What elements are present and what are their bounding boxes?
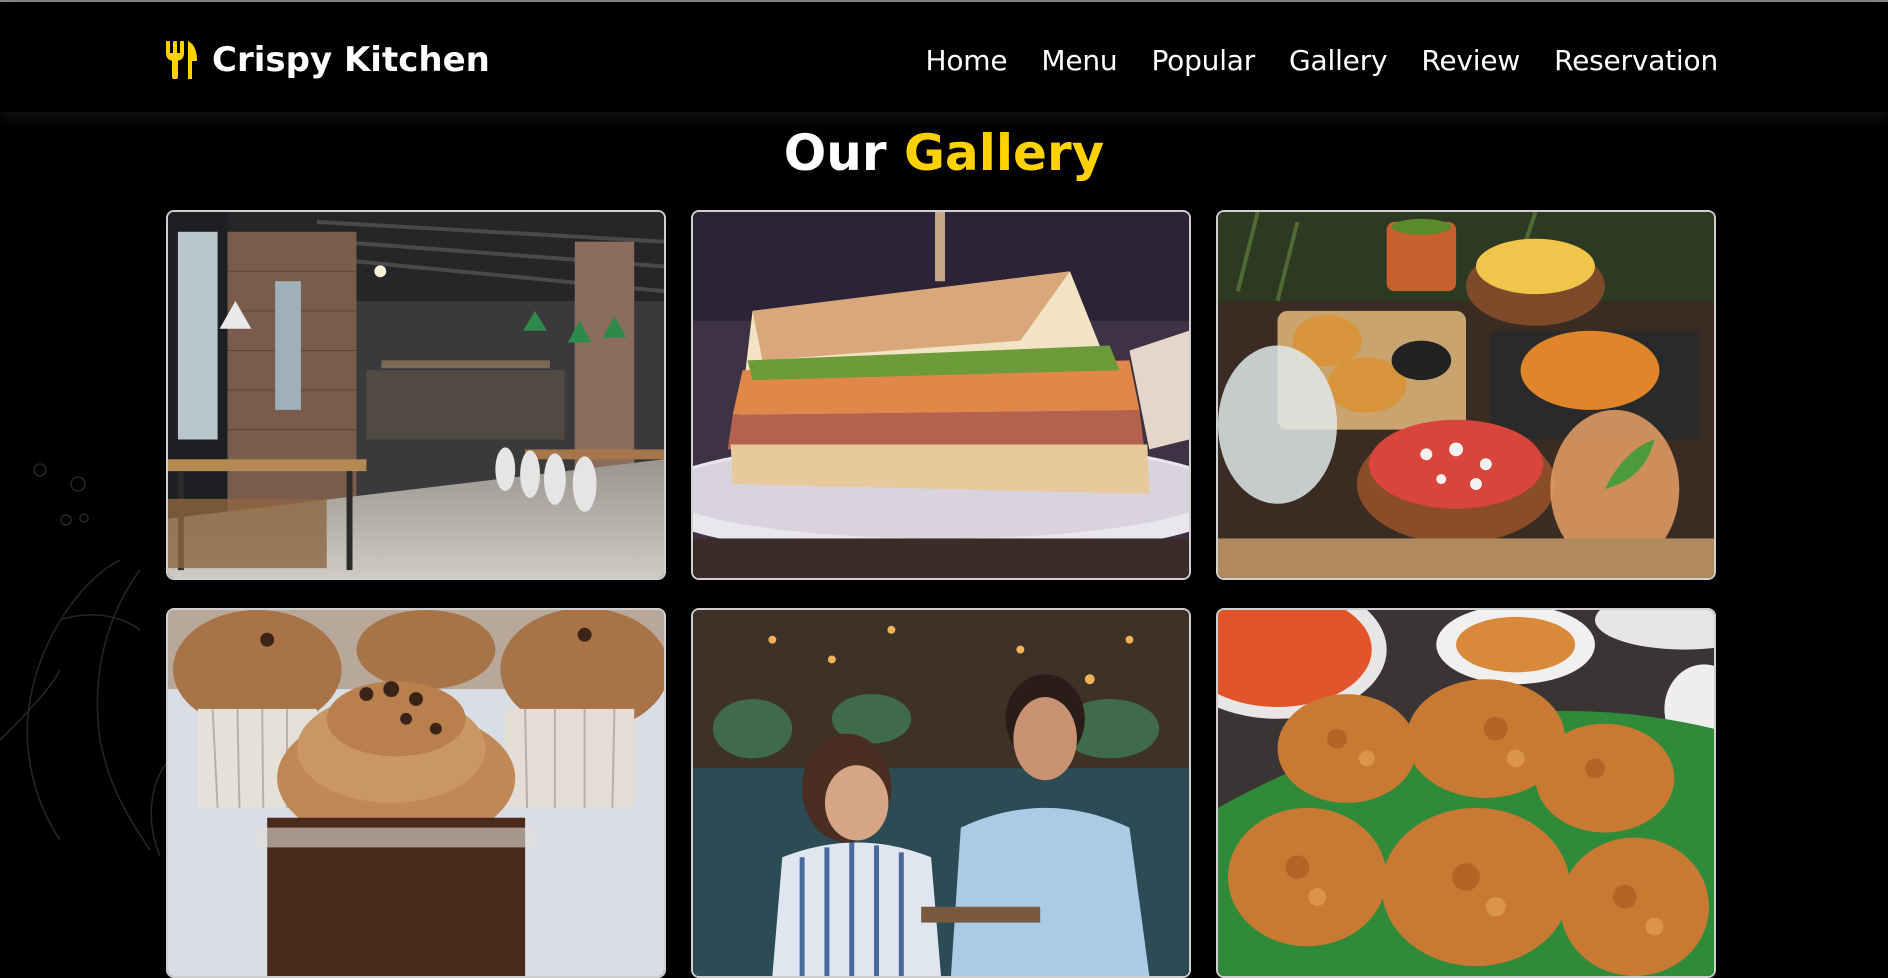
nav-popular[interactable]: Popular <box>1151 44 1255 77</box>
fried-chicken-photo <box>1218 610 1714 976</box>
gallery-heading-main: Our <box>783 124 887 182</box>
main-nav: Home Menu Popular Gallery Review Reserva… <box>925 32 1718 88</box>
nav-gallery[interactable]: Gallery <box>1289 44 1388 77</box>
restaurant-interior-photo <box>168 212 664 578</box>
gallery-item-cupcakes[interactable] <box>166 608 666 978</box>
site-header: Crispy Kitchen Home Menu Popular Gallery… <box>0 2 1888 112</box>
sandwich-photo <box>693 212 1189 578</box>
gallery-item-food-spread[interactable] <box>1216 210 1716 580</box>
brand-name: Crispy Kitchen <box>212 40 490 80</box>
fork-knife-icon <box>164 39 198 81</box>
gallery-item-restaurant-interior[interactable] <box>166 210 666 580</box>
gallery-heading-accent: Gallery <box>903 124 1105 182</box>
chocolate-cupcakes-photo <box>168 610 664 976</box>
gallery-item-fried-chicken[interactable] <box>1216 608 1716 978</box>
nav-review[interactable]: Review <box>1421 44 1520 77</box>
nav-home[interactable]: Home <box>925 44 1007 77</box>
gallery-item-sandwich[interactable] <box>691 210 1191 580</box>
gallery-item-couple-dining[interactable] <box>691 608 1191 978</box>
nav-menu[interactable]: Menu <box>1041 44 1117 77</box>
gallery-heading: Our Gallery <box>0 124 1888 182</box>
food-spread-photo <box>1218 212 1714 578</box>
brand[interactable]: Crispy Kitchen <box>164 32 490 88</box>
nav-reservation[interactable]: Reservation <box>1554 44 1718 77</box>
couple-dining-photo <box>693 610 1189 976</box>
